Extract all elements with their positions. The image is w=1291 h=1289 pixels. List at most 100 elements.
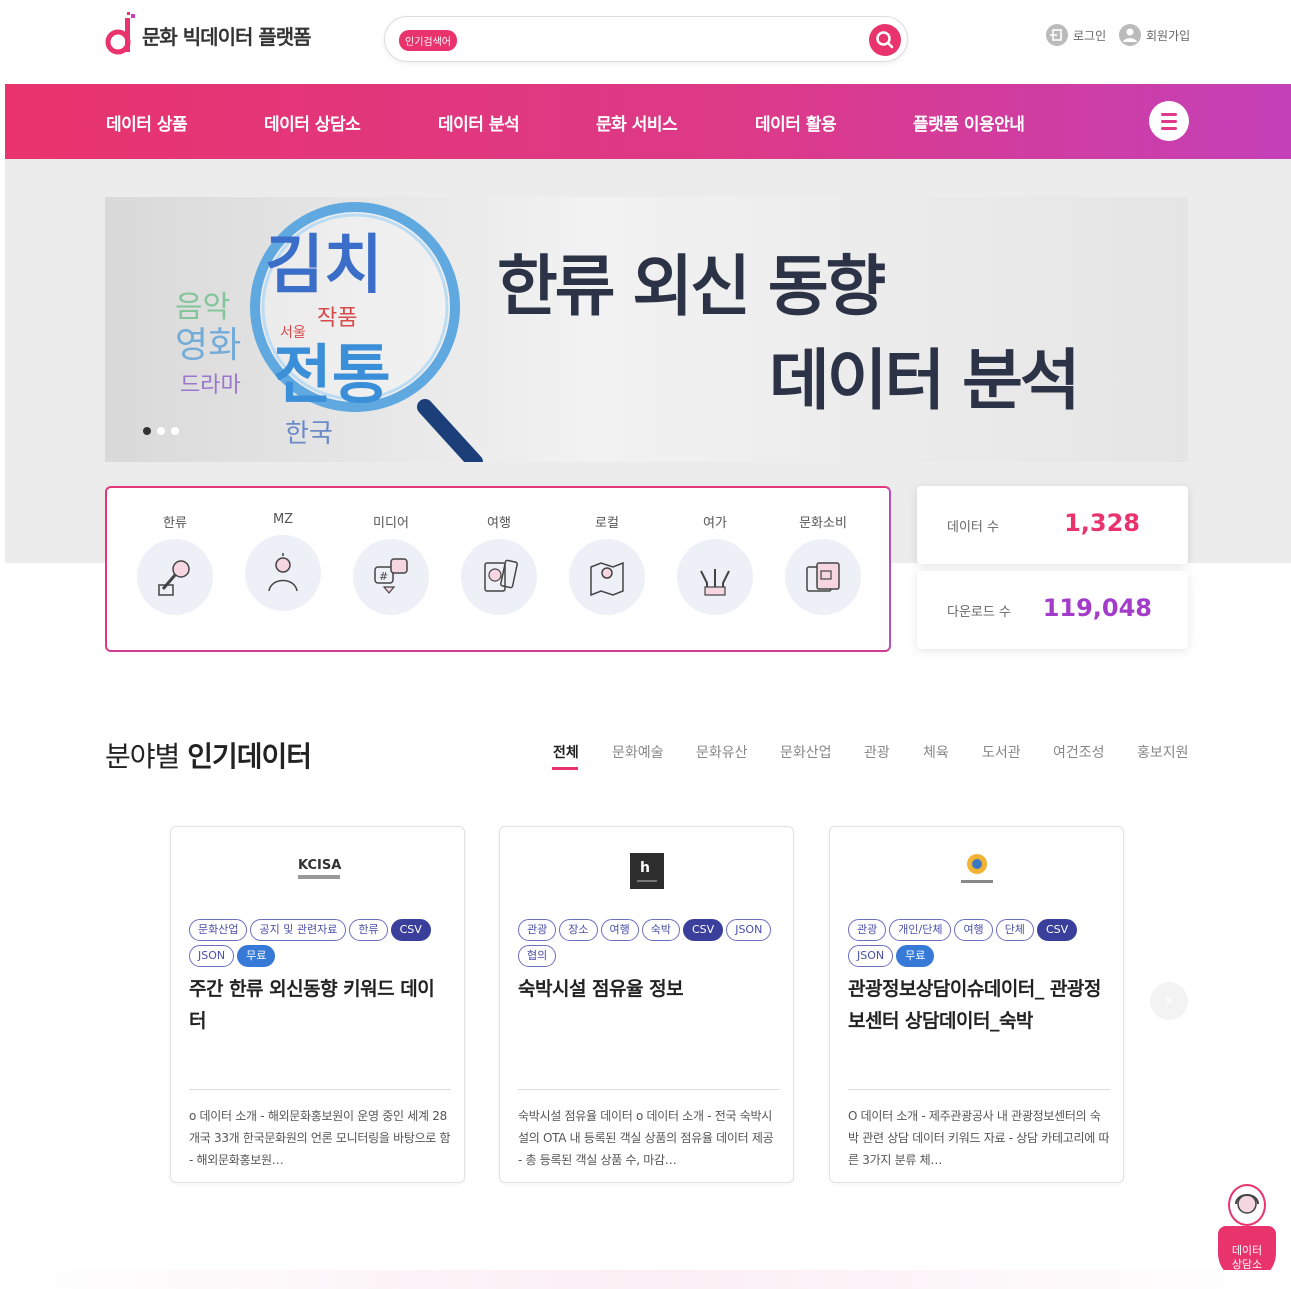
search-icon (876, 31, 894, 49)
svg-text:#: # (379, 570, 388, 583)
tag-json: JSON (726, 919, 772, 941)
tag-negotiable: 협의 (518, 945, 557, 967)
site-header: 문화 빅데이터 플랫폼 인기검색어 로그인 회원가입 (0, 0, 1291, 82)
nav-item-data-use[interactable]: 데이터 활용 (755, 110, 837, 135)
category-label: MZ (272, 512, 294, 527)
word-seoul: 서울 (280, 325, 306, 341)
tag: 숙박 (641, 919, 680, 941)
word-work: 작품 (317, 306, 357, 331)
tab-heritage[interactable]: 문화유산 (696, 742, 748, 762)
tab-promotion[interactable]: 홍보지원 (1137, 742, 1189, 762)
card-tags: 문화산업 공지 및 관련자료 한류 CSV JSON 무료 (189, 919, 451, 967)
tag: 한류 (349, 919, 388, 941)
tag: 관광 (518, 919, 557, 941)
nav-item-platform-guide[interactable]: 플랫폼 이용안내 (913, 110, 1025, 135)
tag-free: 무료 (896, 945, 935, 967)
category-travel[interactable]: 여행 (454, 512, 544, 615)
word-drama: 드라마 (180, 373, 241, 398)
floating-label-line1: 데이터 (1231, 1244, 1263, 1257)
popular-search-tag[interactable]: 인기검색어 (399, 30, 457, 51)
nav-item-data-consult[interactable]: 데이터 상담소 (264, 110, 361, 135)
category-local[interactable]: 로컬 (562, 512, 652, 615)
login-link[interactable]: 로그인 (1046, 24, 1106, 46)
word-kimchi: 김치 (265, 229, 383, 303)
tag-csv: CSV (1036, 919, 1078, 941)
word-korea: 한국 (285, 419, 333, 449)
hamburger-menu-icon[interactable] (1149, 101, 1189, 141)
data-card[interactable]: h 관광 장소 여행 숙박 CSV JSON 협의 숙박시설 점유율 정보 숙박… (499, 826, 794, 1183)
card-tags: 관광 장소 여행 숙박 CSV JSON 협의 (518, 919, 780, 967)
word-tradition: 전통 (273, 339, 391, 413)
category-label: 한류 (163, 516, 187, 531)
banner-title-line1: 한류 외신 동향 (497, 248, 886, 325)
tag-csv: CSV (683, 919, 724, 941)
card-description: 숙박시설 점유율 데이터 o 데이터 소개 - 전국 숙박시설의 OTA 내 등… (518, 1109, 774, 1167)
site-logo[interactable]: 문화 빅데이터 플랫폼 (104, 12, 312, 58)
tag: 여행 (954, 919, 993, 941)
carousel-dot-2[interactable] (157, 427, 165, 435)
signup-link[interactable]: 회원가입 (1119, 24, 1190, 46)
sns-media-icon: # (353, 539, 429, 615)
tag: 개인/단체 (889, 919, 952, 941)
logo-text: 문화 빅데이터 플랫폼 (142, 24, 312, 49)
section-title-bold: 인기데이터 (187, 740, 312, 773)
signup-icon (1119, 24, 1141, 46)
category-leisure[interactable]: 여가 (670, 512, 760, 615)
divider (189, 1089, 451, 1090)
category-media[interactable]: 미디어 # (346, 512, 436, 615)
carousel-dots[interactable] (143, 427, 179, 435)
divider (518, 1089, 780, 1090)
org-logo (830, 851, 1123, 891)
tab-arts[interactable]: 문화예술 (612, 742, 664, 762)
category-label: 여행 (487, 516, 511, 531)
carousel-dot-3[interactable] (171, 427, 179, 435)
map-pin-icon (569, 539, 645, 615)
stat-data-count-value: 1,328 (1064, 509, 1140, 537)
category-label: 미디어 (373, 516, 409, 531)
tab-sports[interactable]: 체육 (923, 742, 949, 762)
passport-icon (461, 539, 537, 615)
tag: 여행 (600, 919, 639, 941)
tag: 문화산업 (189, 919, 248, 941)
data-card[interactable]: 관광 개인/단체 여행 단체 CSV JSON 무료 관광정보상담이슈데이터_ … (829, 826, 1124, 1183)
category-mz[interactable]: MZ (238, 512, 328, 611)
login-icon (1046, 24, 1068, 46)
tab-industry[interactable]: 문화산업 (780, 742, 832, 762)
carousel-dot-1[interactable] (143, 427, 151, 435)
category-label: 로컬 (595, 516, 619, 531)
stat-data-count: 데이터 수 1,328 (917, 486, 1188, 564)
tab-all[interactable]: 전체 (553, 742, 579, 762)
tab-library[interactable]: 도서관 (982, 742, 1021, 762)
data-consult-floating-button[interactable]: 데이터 상담소 (1216, 1184, 1278, 1284)
search-button[interactable] (869, 24, 901, 56)
nav-item-data-analysis[interactable]: 데이터 분석 (438, 110, 520, 135)
card-description: O 데이터 소개 - 제주관광공사 내 관광정보센터의 숙박 관련 상담 데이터… (848, 1109, 1110, 1167)
tab-tourism[interactable]: 관광 (864, 742, 890, 762)
stat-download-value: 119,048 (1042, 594, 1152, 622)
svg-text:KCISA: KCISA (298, 858, 341, 873)
tag-free: 무료 (237, 945, 276, 967)
card-description: o 데이터 소개 - 해외문화홍보원이 운영 중인 세계 28개국 33개 한국… (189, 1109, 451, 1167)
search-bar[interactable]: 인기검색어 (384, 16, 908, 62)
carousel-next-icon[interactable]: › (1150, 982, 1188, 1020)
data-card[interactable]: KCISA 문화산업 공지 및 관련자료 한류 CSV JSON 무료 주간 한… (170, 826, 465, 1183)
logo-mark-icon (104, 12, 138, 58)
card-title[interactable]: 관광정보상담이슈데이터_ 관광정보센터 상담데이터_숙박 (848, 973, 1110, 1037)
category-culture-consumption[interactable]: 문화소비 (778, 512, 868, 615)
tag: 장소 (559, 919, 598, 941)
card-tags: 관광 개인/단체 여행 단체 CSV JSON 무료 (848, 919, 1110, 967)
card-title[interactable]: 숙박시설 점유율 정보 (518, 973, 780, 1005)
stat-download-label: 다운로드 수 (947, 605, 1011, 620)
nav-item-data-product[interactable]: 데이터 상품 (106, 110, 188, 135)
nav-item-culture-service[interactable]: 문화 서비스 (596, 110, 678, 135)
hero-banner[interactable]: 음악 영화 드라마 김치 작품 전통 서울 한국 한류 외신 동향 데이터 분석 (105, 197, 1188, 462)
org-logo: h (500, 851, 793, 891)
magnifier-wordcloud-icon: 음악 영화 드라마 김치 작품 전통 서울 한국 (175, 202, 483, 462)
tag: 관광 (848, 919, 887, 941)
banner-title-line2: 데이터 분석 (769, 342, 1081, 419)
tag: 공지 및 관련자료 (250, 919, 347, 941)
card-title[interactable]: 주간 한류 외신동향 키워드 데이터 (189, 973, 451, 1037)
tab-environment[interactable]: 여건조성 (1053, 742, 1105, 762)
category-hallyu[interactable]: 한류 (130, 512, 220, 615)
signup-label: 회원가입 (1146, 28, 1191, 43)
